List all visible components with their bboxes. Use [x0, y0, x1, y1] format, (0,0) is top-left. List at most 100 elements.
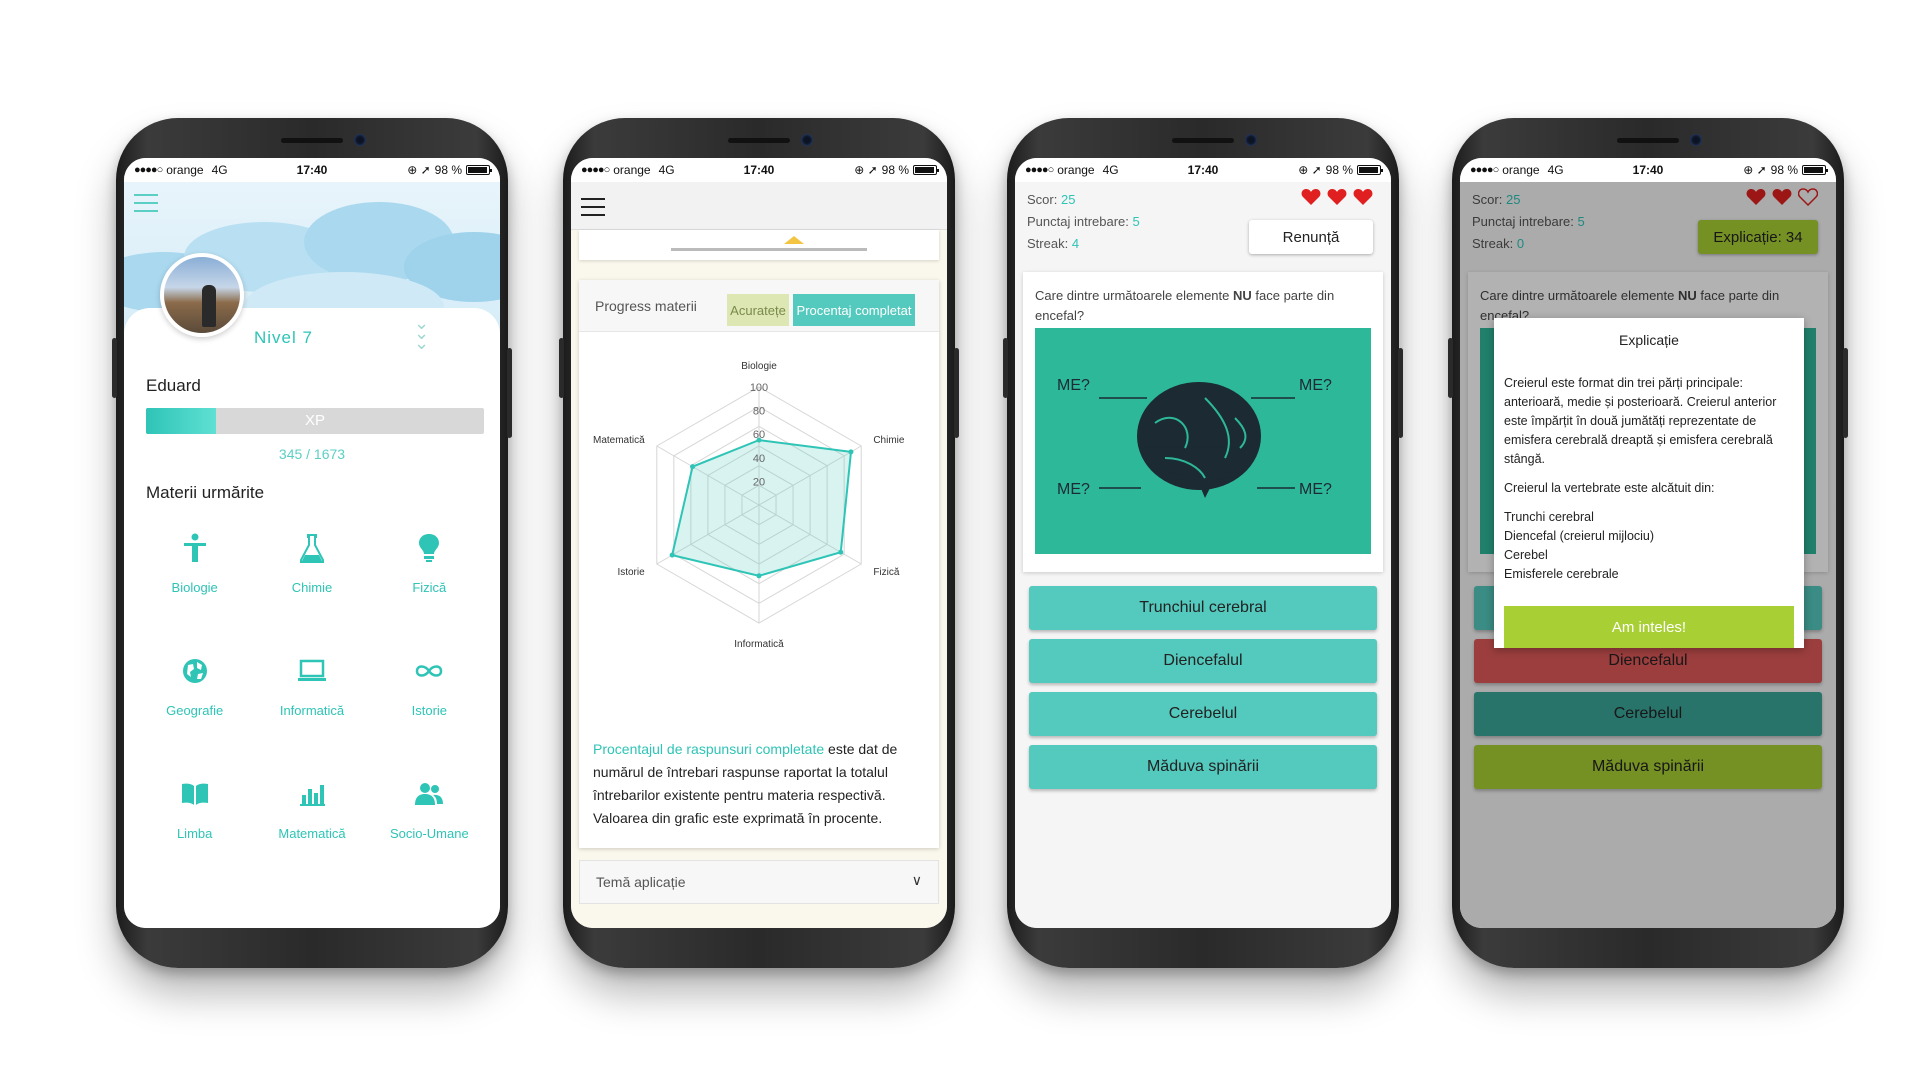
chevron-down-icon: ∨ [911, 872, 922, 888]
signal-icon: ●●●●○ [1470, 164, 1499, 176]
explanation-modal: Explicație Creierul este format din trei… [1494, 318, 1804, 648]
profile-screen: ●●●●○ orange 4G 17:40 ⊕ ➚ 98 % Nivel 7 ⌄ ⌄… [124, 158, 500, 928]
front-camera [1245, 134, 1257, 146]
explanation-item: Emisferele cerebrale [1504, 567, 1619, 581]
carrier: orange [1057, 163, 1095, 177]
phone-explanation: ●●●●○ orange 4G 17:40 ⊕ ➚ 98 % Scor: 25 P… [1448, 118, 1848, 968]
subject-label: Limba [176, 826, 213, 841]
theme-label: Temă aplicație [596, 874, 686, 890]
location-icon: ⊕ ➚ [407, 163, 431, 177]
book-icon [136, 774, 253, 814]
avatar[interactable] [160, 253, 244, 337]
radar-tick-label: 60 [753, 429, 765, 441]
expand-icon[interactable]: ⌄ ⌄ ⌄ [414, 314, 429, 352]
answer-button[interactable]: Diencefalul [1029, 639, 1377, 683]
subject-informatica[interactable]: Informatică [253, 651, 370, 718]
description-highlight[interactable]: Procentajul de raspunsuri completate [593, 741, 824, 757]
subject-label: Informatică [279, 703, 345, 718]
previous-card [579, 230, 939, 260]
heart-icon [1301, 189, 1321, 205]
status-bar: ●●●●○ orange 4G 17:40 ⊕ ➚ 98 % [1460, 158, 1836, 182]
explanation-paragraph: Creierul este format din trei părți prin… [1504, 376, 1777, 466]
question-text: Care dintre următoarele elemente NU face… [1035, 286, 1371, 326]
got-it-button[interactable]: Am inteles! [1504, 606, 1794, 648]
signal-icon: ●●●●○ [134, 164, 163, 176]
score: Scor: 25 [1027, 192, 1075, 207]
progress-card-header: Progress materii Acuratețe Procentaj com… [579, 280, 939, 332]
radar-category-label: Matematică [593, 435, 645, 446]
points-value: 5 [1132, 214, 1140, 229]
progress-card: Progress materii Acuratețe Procentaj com… [579, 280, 939, 848]
answer-button[interactable]: Măduva spinării [1029, 745, 1377, 789]
explanation-item: Cerebel [1504, 548, 1548, 562]
subject-fizica[interactable]: Fizică [371, 528, 488, 595]
modal-title: Explicație [1619, 332, 1679, 348]
subject-label: Chimie [291, 580, 333, 595]
battery-text: 98 % [1770, 163, 1798, 177]
clock: 17:40 [743, 163, 775, 177]
radar-category-label: Fizică [873, 567, 900, 578]
streak-label: Streak: [1027, 236, 1069, 251]
subject-geografie[interactable]: Geografie [136, 651, 253, 718]
location-icon: ⊕ ➚ [1298, 163, 1322, 177]
radar-category-label: Chimie [873, 435, 905, 446]
subject-socio-umane[interactable]: Socio-Umane [371, 774, 488, 841]
subject-limba[interactable]: Limba [136, 774, 253, 841]
tab-completed[interactable]: Procentaj completat [793, 294, 915, 326]
heart-icon [1353, 189, 1373, 205]
infinity-icon [371, 651, 488, 691]
radar-point [756, 573, 762, 579]
radar-category-label: Biologie [741, 361, 777, 372]
subject-istorie[interactable]: Istorie [371, 651, 488, 718]
speaker [1172, 138, 1234, 143]
phone-progress: ●●●●○ orange 4G 17:40 ⊕ ➚ 98 % Progress m… [559, 118, 959, 968]
question-points: Punctaj intrebare: 5 [1027, 214, 1140, 229]
image-label: ME? [1299, 377, 1332, 394]
answer-button[interactable]: Cerebelul [1029, 692, 1377, 736]
network: 4G [658, 163, 675, 177]
question-card: Care dintre următoarele elemente NU face… [1023, 272, 1383, 572]
subject-chimie[interactable]: Chimie [253, 528, 370, 595]
xp-label: XP [304, 412, 325, 429]
battery-icon [1357, 165, 1383, 175]
location-icon: ⊕ ➚ [854, 163, 878, 177]
network: 4G [211, 163, 228, 177]
xp-progress-bar: XP [146, 408, 484, 434]
answer-button[interactable]: Trunchiul cerebral [1029, 586, 1377, 630]
location-icon: ⊕ ➚ [1743, 163, 1767, 177]
radar-tick-label: 80 [753, 406, 765, 418]
menu-icon[interactable] [581, 198, 605, 216]
explanation-item: Trunchi cerebral [1504, 510, 1594, 524]
mockup-stage: ●●●●○ orange 4G 17:40 ⊕ ➚ 98 % Nivel 7 ⌄ ⌄… [0, 0, 1920, 1080]
quiz-screen: ●●●●○ orange 4G 17:40 ⊕ ➚ 98 % Scor: 25 P… [1015, 158, 1391, 928]
subject-matematica[interactable]: Matematică [253, 774, 370, 841]
subject-biologie[interactable]: Biologie [136, 528, 253, 595]
speaker [728, 138, 790, 143]
explanation-item: Diencefal (creierul mijlociu) [1504, 529, 1655, 543]
carrier: orange [1502, 163, 1540, 177]
radar-chart: 20 40 60 80 100 Biologie Chimie Fizică Informati… [593, 361, 905, 650]
streak: Streak: 4 [1027, 236, 1079, 251]
flask-icon [253, 528, 370, 568]
globe-icon [136, 651, 253, 691]
top-bar [571, 182, 947, 230]
speaker [281, 138, 343, 143]
network: 4G [1547, 163, 1564, 177]
image-label: ME? [1299, 481, 1332, 498]
menu-icon[interactable] [134, 194, 158, 212]
subject-label: Socio-Umane [389, 826, 469, 841]
points-label: Punctaj intrebare: [1027, 214, 1129, 229]
tab-accuracy[interactable]: Acuratețe [727, 294, 789, 326]
image-label: ME? [1057, 481, 1090, 498]
theme-select[interactable]: Temă aplicație ∨ [579, 860, 939, 904]
bulb-icon [371, 528, 488, 568]
person-icon [136, 528, 253, 568]
radar-point [669, 552, 675, 558]
radar-point [848, 449, 854, 455]
phone-quiz: ●●●●○ orange 4G 17:40 ⊕ ➚ 98 % Scor: 25 P… [1003, 118, 1403, 968]
xp-count: 345 / 1673 [278, 446, 346, 462]
modal-body: Creierul este format din trei părți prin… [1504, 374, 1794, 584]
quit-button[interactable]: Renunță [1249, 220, 1373, 254]
radar-tick-label: 100 [750, 382, 768, 394]
subjects-grid: Biologie Chimie Fizică Geografie Informa… [136, 528, 488, 841]
